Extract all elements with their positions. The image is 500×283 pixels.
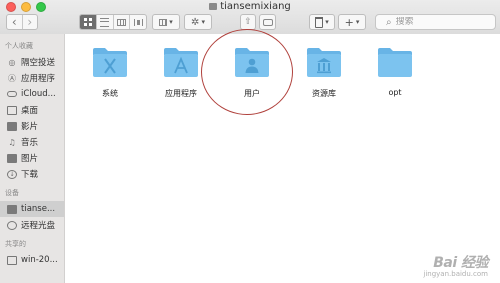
sidebar-section-devices: 设备: [5, 189, 19, 197]
folder-label: opt: [388, 88, 402, 97]
system-folder-icon: [93, 48, 127, 77]
finder-window: tiansemixiang ‹ › ▾ ✲ ▾ ⇧ ▾ + ▾ ⌕ 搜索 个人收…: [0, 0, 500, 283]
computer-icon: [7, 255, 17, 265]
folder-system[interactable]: 系统: [80, 46, 140, 99]
sidebar-item-label: 影片: [21, 122, 39, 132]
sidebar-item-icloud[interactable]: iCloud...: [0, 86, 64, 102]
sidebar-item-label: tianse...: [21, 204, 56, 214]
sidebar-item-movies[interactable]: 影片: [0, 118, 64, 134]
icon-view-button[interactable]: [80, 15, 97, 29]
forward-icon: ›: [27, 15, 33, 29]
history-buttons: ‹ ›: [6, 14, 38, 30]
file-browser-content: 系统 应用程序 用户 资源库 opt Bai 经验 jingyan.baidu.…: [65, 29, 500, 283]
tags-button[interactable]: [259, 14, 276, 30]
list-view-button[interactable]: [97, 15, 114, 29]
library-folder-icon: [307, 48, 341, 77]
gear-icon: ✲: [191, 16, 200, 28]
view-mode-selector: [79, 14, 147, 30]
sidebar-item-desktop[interactable]: 桌面: [0, 102, 64, 118]
sidebar-item-label: win-20...: [21, 255, 58, 265]
action-dropdown-icon: ▾: [201, 18, 205, 26]
sidebar-item-pictures[interactable]: 图片: [0, 150, 64, 166]
watermark-logo: Bai 经验: [433, 255, 488, 271]
sidebar-item-label: 应用程序: [21, 74, 56, 84]
sidebar-item-shared-computer[interactable]: win-20...: [0, 252, 64, 268]
folder-label: 资源库: [312, 89, 336, 98]
watermark-url: jingyan.baidu.com: [423, 270, 488, 278]
search-icon: ⌕: [386, 16, 392, 28]
arrange-icon: [159, 18, 168, 26]
arrange-dropdown-icon: ▾: [169, 18, 173, 26]
folder-label: 系统: [102, 89, 118, 98]
icon-view-icon: [83, 18, 92, 26]
new-item-dropdown-icon: ▾: [355, 18, 360, 26]
movies-icon: [7, 121, 17, 131]
home-icon: [7, 204, 17, 214]
cover-flow-icon: [133, 18, 143, 26]
tag-icon: [262, 18, 273, 26]
cover-flow-button[interactable]: [130, 15, 146, 29]
window-title: tiansemixiang: [220, 1, 291, 12]
sidebar-item-music[interactable]: ♫ 音乐: [0, 134, 64, 150]
sidebar-item-label: 音乐: [21, 138, 39, 148]
airdrop-icon: ◎: [8, 57, 16, 67]
sidebar-item-airdrop[interactable]: ◎ 隔空投送: [0, 54, 64, 70]
sidebar-item-home[interactable]: tianse...: [0, 201, 64, 217]
sidebar-section-favorites: 个人收藏: [5, 42, 33, 50]
add-icon: +: [344, 15, 354, 29]
forward-button[interactable]: ›: [23, 15, 38, 29]
search-field[interactable]: ⌕: [375, 14, 496, 30]
column-view-button[interactable]: [114, 15, 131, 29]
arrange-button[interactable]: ▾: [152, 14, 180, 30]
sidebar-item-remote-disc[interactable]: 远程光盘: [0, 217, 64, 233]
sidebar-item-label: 图片: [21, 154, 39, 164]
remote-disc-icon: [7, 220, 17, 230]
watermark: Bai 经验 jingyan.baidu.com: [423, 252, 488, 278]
column-view-icon: [116, 18, 126, 26]
applications-folder-icon: [164, 48, 198, 77]
icloud-icon: [7, 90, 17, 99]
sidebar-item-applications[interactable]: Ⓐ 应用程序: [0, 70, 64, 86]
trash-button[interactable]: ▾: [309, 14, 335, 30]
folder-label: 应用程序: [165, 89, 197, 98]
back-button[interactable]: ‹: [7, 15, 23, 29]
sidebar-item-label: 隔空投送: [21, 58, 56, 68]
music-icon: ♫: [8, 137, 16, 147]
annotation-circle: [201, 29, 293, 115]
sidebar-item-label: 远程光盘: [21, 221, 56, 231]
sidebar: 个人收藏 ◎ 隔空投送 Ⓐ 应用程序 iCloud... 桌面 影片 ♫ 音乐 …: [0, 34, 65, 283]
sidebar-item-label: 桌面: [21, 106, 39, 116]
folder-opt[interactable]: opt: [365, 46, 425, 97]
trash-dropdown-icon: ▾: [325, 18, 329, 26]
back-icon: ‹: [11, 15, 17, 29]
new-item-button[interactable]: + ▾: [338, 14, 366, 30]
sidebar-item-label: iCloud...: [21, 89, 56, 99]
sidebar-item-downloads[interactable]: ↓ 下载: [0, 166, 64, 182]
list-view-icon: [100, 17, 110, 27]
window-title-area: tiansemixiang: [0, 1, 500, 12]
sidebar-section-shared: 共享的: [5, 240, 26, 248]
downloads-icon: ↓: [7, 169, 17, 179]
pictures-icon: [7, 153, 17, 163]
share-button[interactable]: ⇧: [240, 14, 256, 30]
desktop-icon: [7, 105, 17, 115]
applications-icon: Ⓐ: [8, 73, 16, 83]
sidebar-item-label: 下载: [21, 170, 39, 180]
trash-icon: [315, 16, 324, 28]
home-folder-icon: [209, 3, 218, 10]
share-icon: ⇧: [244, 17, 252, 27]
folder-library[interactable]: 资源库: [294, 46, 354, 99]
action-button[interactable]: ✲ ▾: [184, 14, 212, 30]
folder-icon: [378, 48, 412, 77]
search-input[interactable]: [395, 17, 486, 27]
